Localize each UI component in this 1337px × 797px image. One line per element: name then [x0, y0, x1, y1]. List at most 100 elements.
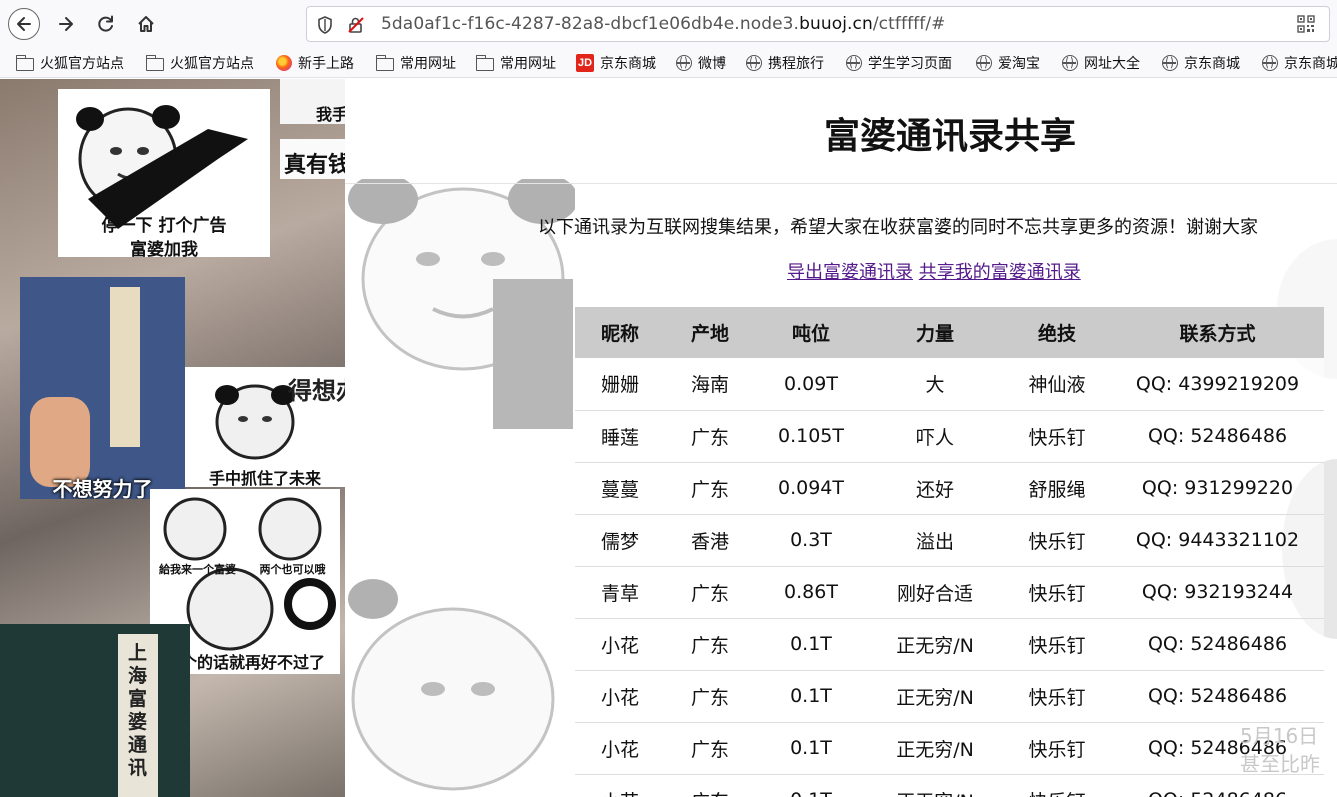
- book-icon: [118, 634, 158, 797]
- cell-origin: 广东: [665, 670, 755, 723]
- cell-strength: 正无穷/N: [867, 670, 1003, 723]
- bookmark-item[interactable]: 爱淘宝: [976, 52, 1040, 74]
- column-header-origin: 产地: [665, 307, 755, 358]
- back-arrow-icon[interactable]: [8, 8, 40, 40]
- globe-icon: [846, 55, 862, 71]
- bookmark-label: 爱淘宝: [998, 56, 1040, 72]
- contacts-table: 昵称 产地 吨位 力量 绝技 联系方式 姗姗 海南 0.09T 大神仙液 QQ: 439…: [575, 307, 1324, 797]
- cell-origin: 广东: [665, 462, 755, 515]
- book-image: 不想努力了: [20, 277, 185, 499]
- bookmarks-bar: 火狐官方站点 火狐官方站点 新手上路 常用网址 常用网址 JD 京东商城 微博 携…: [0, 48, 1337, 78]
- meme-caption: 富婆加我: [130, 240, 198, 257]
- cell-tonnage: 0.1T: [755, 774, 867, 797]
- cell-nickname: 小花: [575, 670, 665, 723]
- cell-nickname: 青草: [575, 566, 665, 619]
- home-icon[interactable]: [130, 8, 162, 40]
- reload-icon[interactable]: [90, 8, 122, 40]
- folder-icon: [475, 54, 494, 71]
- bookmark-label: 微博: [698, 56, 726, 72]
- bookmark-item[interactable]: 学生学习页面: [846, 52, 952, 74]
- bookmark-label: 网址大全: [1084, 56, 1140, 72]
- cell-contact: QQ: 52486486: [1111, 670, 1324, 723]
- column-header-strength: 力量: [867, 307, 1003, 358]
- meme-image: 我手中抓住了未来: [280, 79, 345, 124]
- column-header-nickname: 昵称: [575, 307, 665, 358]
- table-header-row: 昵称 产地 吨位 力量 绝技 联系方式: [575, 307, 1324, 358]
- bookmark-item[interactable]: 携程旅行: [746, 52, 824, 74]
- firefox-icon: [276, 55, 292, 71]
- table-row: 儒梦 香港 0.3T 溢出 快乐钉 QQ: 9443321102: [575, 514, 1324, 567]
- cell-tonnage: 0.1T: [755, 670, 867, 723]
- watermark-line: 甚至比昨: [1240, 752, 1320, 776]
- jd-icon: JD: [576, 54, 594, 72]
- bookmark-item[interactable]: JD 京东商城: [576, 52, 656, 74]
- cell-skill: 快乐钉: [1003, 618, 1111, 671]
- cell-nickname: 儒梦: [575, 514, 665, 567]
- cell-origin: 广东: [665, 774, 755, 797]
- url-text[interactable]: 5da0af1c-f16c-4287-82a8-dbcf1e06db4e.nod…: [381, 14, 946, 34]
- forward-arrow-icon[interactable]: [50, 8, 82, 40]
- table-body: 姗姗 海南 0.09T 大神仙液 QQ: 4399219209 睡莲 广东 0.105T 吓人快…: [575, 358, 1324, 797]
- cell-strength: 刚好合适: [867, 566, 1003, 619]
- bookmark-item[interactable]: 新手上路: [276, 52, 354, 74]
- qr-code-icon[interactable]: [1297, 15, 1315, 33]
- cell-strength: 吓人: [867, 410, 1003, 463]
- cell-nickname: 小花: [575, 774, 665, 797]
- cell-contact: QQ: 931299220: [1111, 462, 1324, 515]
- cell-contact: QQ: 52486486: [1111, 410, 1324, 463]
- url-suffix: /ctfffff/#: [872, 14, 946, 34]
- watermark-line: 5月16日: [1240, 724, 1319, 748]
- cell-strength: 大: [867, 358, 1003, 411]
- meme-caption: 手中抓住了未来: [208, 469, 321, 487]
- bookmark-item[interactable]: 火狐官方站点: [145, 52, 254, 74]
- bookmark-item[interactable]: 京东商城: [1162, 52, 1240, 74]
- meme-image: 真有钱: [280, 139, 345, 179]
- column-header-tonnage: 吨位: [755, 307, 867, 358]
- cell-origin: 香港: [665, 514, 755, 567]
- bookmark-label: 京东商城: [1184, 56, 1240, 72]
- url-prefix: 5da0af1c-f16c-4287-82a8-dbcf1e06db4e.nod…: [381, 14, 800, 34]
- bookmark-item[interactable]: 常用网址: [475, 52, 556, 74]
- table-row: 青草 广东 0.86T 刚好合适 快乐钉 QQ: 932193244: [575, 566, 1324, 619]
- meme-caption: 給我来一个富婆: [159, 563, 236, 576]
- bookmark-item[interactable]: 火狐官方站点: [15, 52, 124, 74]
- cell-strength: 正无穷/N: [867, 774, 1003, 797]
- bookmark-label: 新手上路: [298, 56, 354, 72]
- insecure-lock-icon[interactable]: [347, 16, 365, 34]
- column-header-contact: 联系方式: [1111, 307, 1324, 358]
- cell-contact: QQ: 932193244: [1111, 566, 1324, 619]
- bookmark-item[interactable]: 微博: [676, 52, 726, 74]
- cell-skill: 快乐钉: [1003, 566, 1111, 619]
- table-row: 小花广东0.1T正无穷/N快乐钉QQ: 52486486: [575, 722, 1324, 775]
- bookmark-label: 携程旅行: [768, 56, 824, 72]
- cell-strength: 正无穷/N: [867, 618, 1003, 671]
- shield-icon[interactable]: [317, 16, 333, 34]
- bookmark-item[interactable]: 京东商城: [1262, 52, 1337, 74]
- table-row: 小花广东0.1T正无穷/N快乐钉QQ: 52486486: [575, 774, 1324, 797]
- meme-caption: 得想办法傍上这个富婆: [288, 377, 345, 405]
- book-icon: [30, 287, 140, 487]
- cell-contact: QQ: 9443321102: [1111, 514, 1324, 567]
- cell-origin: 海南: [665, 358, 755, 411]
- cell-nickname: 姗姗: [575, 358, 665, 411]
- cell-tonnage: 0.1T: [755, 618, 867, 671]
- bookmark-item[interactable]: 网址大全: [1062, 52, 1140, 74]
- cell-origin: 广东: [665, 618, 755, 671]
- cell-strength: 溢出: [867, 514, 1003, 567]
- watermark-text: 5月16日 甚至比昨: [1240, 722, 1320, 778]
- divider: [345, 183, 1337, 184]
- cell-tonnage: 0.094T: [755, 462, 867, 515]
- book-image: 上海富婆通讯: [0, 624, 190, 797]
- cell-contact: QQ: 52486486: [1111, 618, 1324, 671]
- cell-skill: 快乐钉: [1003, 722, 1111, 775]
- cell-skill: 快乐钉: [1003, 774, 1111, 797]
- table-row: 睡莲 广东 0.105T 吓人 快乐钉 QQ: 52486486: [575, 410, 1324, 463]
- url-host: buuoj.cn: [799, 14, 873, 34]
- table-row: 姗姗 海南 0.09T 大神仙液 QQ: 4399219209: [575, 358, 1324, 411]
- cell-origin: 广东: [665, 722, 755, 775]
- export-link[interactable]: 导出富婆通讯录: [787, 262, 913, 283]
- share-link[interactable]: 共享我的富婆通讯录: [919, 262, 1081, 283]
- bookmark-item[interactable]: 常用网址: [375, 52, 456, 74]
- globe-icon: [1162, 55, 1178, 71]
- address-bar[interactable]: 5da0af1c-f16c-4287-82a8-dbcf1e06db4e.nod…: [306, 6, 1330, 42]
